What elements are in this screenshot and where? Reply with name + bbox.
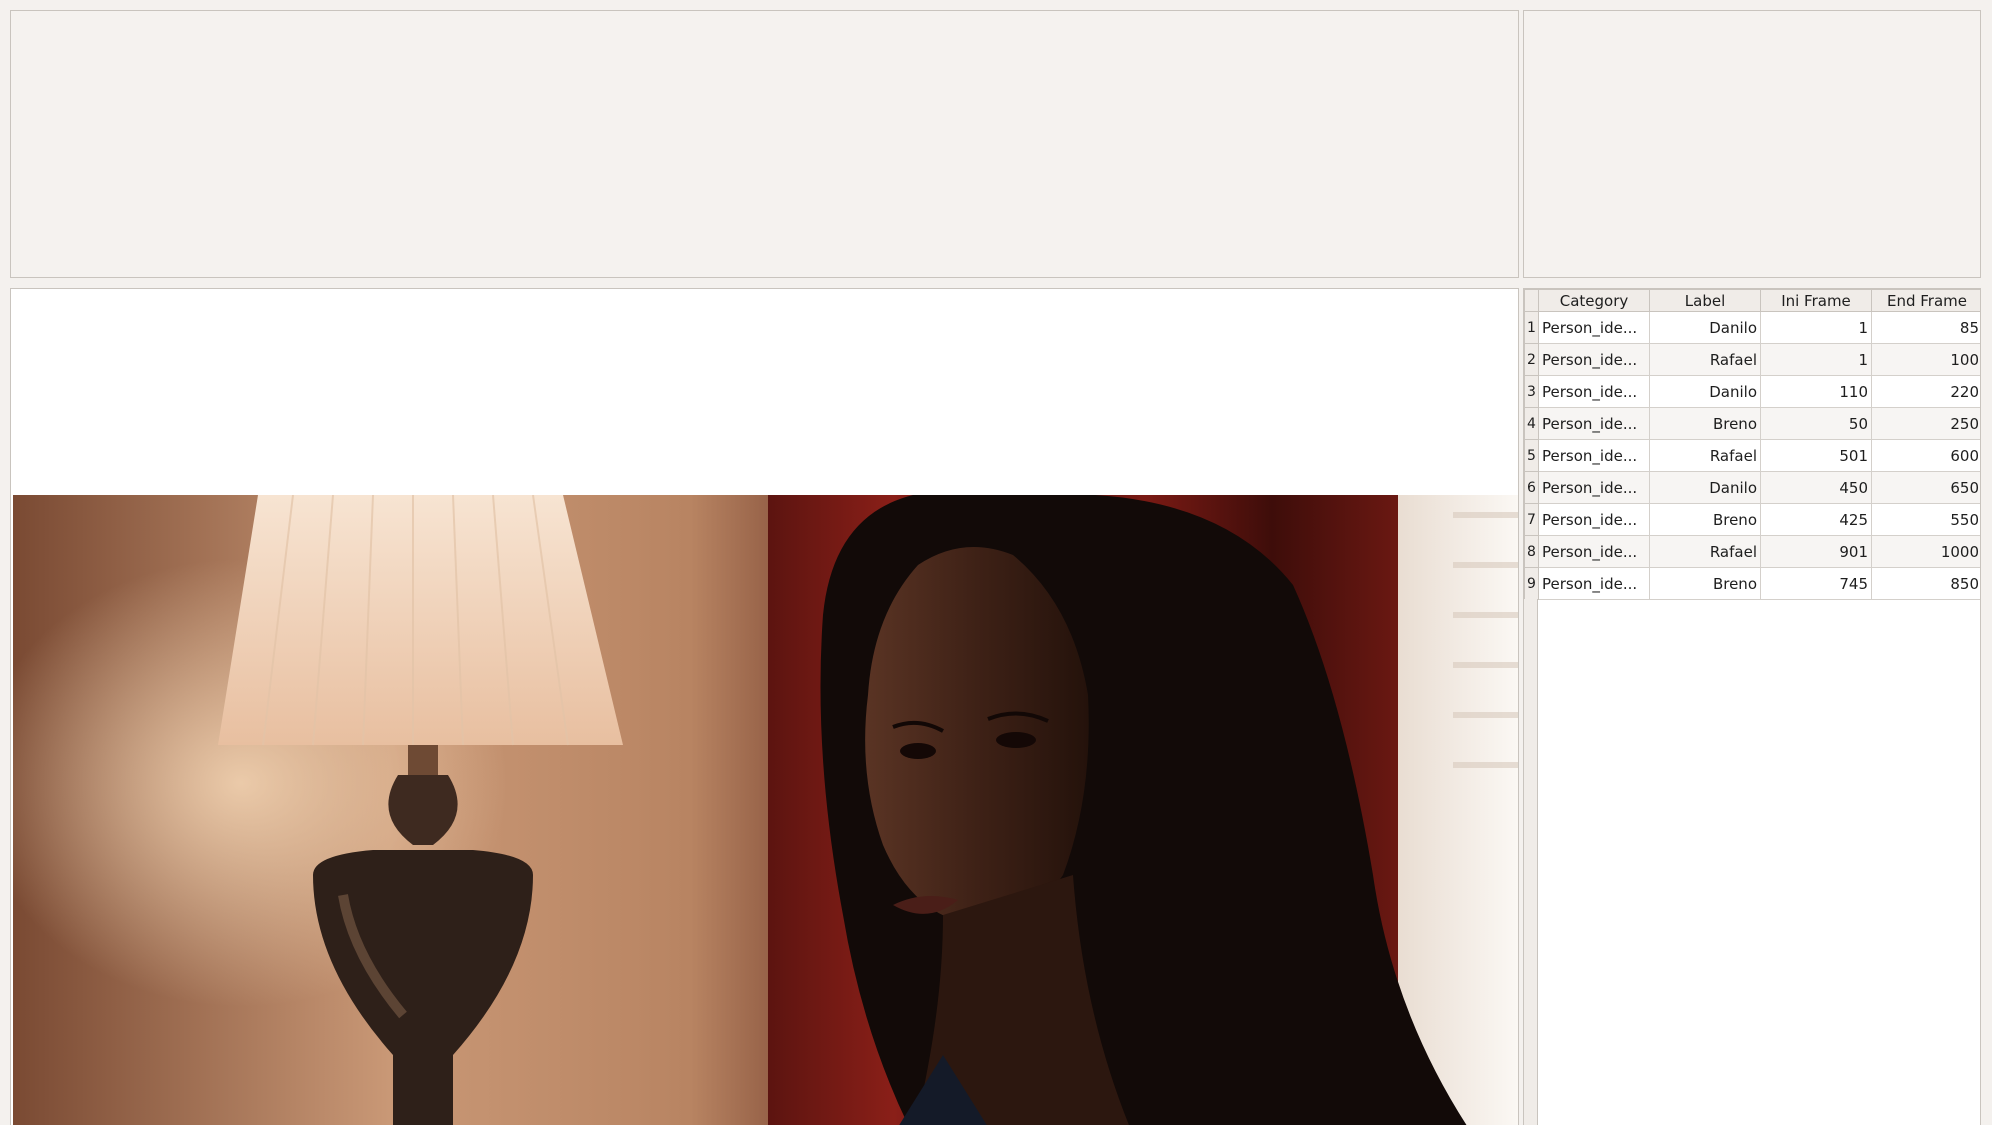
cell-ini-frame[interactable]: 110	[1760, 375, 1872, 408]
cell-ini-frame[interactable]: 1	[1760, 343, 1872, 376]
column-header-category[interactable]: Category	[1538, 289, 1650, 312]
cell-ini-frame[interactable]: 1	[1760, 311, 1872, 344]
video-viewer[interactable]	[10, 288, 1519, 1125]
cell-end-frame[interactable]: 250	[1871, 407, 1980, 440]
video-frame-image	[13, 495, 1518, 1125]
cell-ini-frame[interactable]: 425	[1760, 503, 1872, 536]
table-corner[interactable]	[1524, 289, 1539, 312]
cell-category[interactable]: Person_ide...	[1538, 439, 1650, 472]
column-header-end-frame[interactable]: End Frame	[1871, 289, 1980, 312]
cell-end-frame[interactable]: 850	[1871, 567, 1980, 600]
cell-end-frame[interactable]: 85	[1871, 311, 1980, 344]
top-left-panel	[10, 10, 1519, 278]
cell-end-frame[interactable]: 650	[1871, 471, 1980, 504]
cell-end-frame[interactable]: 100	[1871, 343, 1980, 376]
row-header[interactable]: 2	[1524, 343, 1539, 376]
cell-ini-frame[interactable]: 450	[1760, 471, 1872, 504]
cell-label[interactable]: Breno	[1649, 407, 1761, 440]
cell-label[interactable]: Rafael	[1649, 439, 1761, 472]
column-header-label[interactable]: Label	[1649, 289, 1761, 312]
table-row[interactable]: 3 Person_ide... Danilo 110 220	[1524, 375, 1980, 408]
row-header-strip	[1524, 599, 1538, 1125]
cell-label[interactable]: Breno	[1649, 567, 1761, 600]
row-header[interactable]: 4	[1524, 407, 1539, 440]
cell-label[interactable]: Danilo	[1649, 311, 1761, 344]
table-row[interactable]: 5 Person_ide... Rafael 501 600	[1524, 439, 1980, 472]
top-right-panel	[1523, 10, 1981, 278]
cell-label[interactable]: Danilo	[1649, 375, 1761, 408]
cell-ini-frame[interactable]: 901	[1760, 535, 1872, 568]
cell-category[interactable]: Person_ide...	[1538, 471, 1650, 504]
row-header[interactable]: 7	[1524, 503, 1539, 536]
cell-end-frame[interactable]: 600	[1871, 439, 1980, 472]
table-row[interactable]: 9 Person_ide... Breno 745 850	[1524, 567, 1980, 600]
table-row[interactable]: 8 Person_ide... Rafael 901 1000	[1524, 535, 1980, 568]
row-header[interactable]: 6	[1524, 471, 1539, 504]
annotation-table-panel: Category Label Ini Frame End Frame 1 Per…	[1523, 288, 1981, 1125]
table-row[interactable]: 2 Person_ide... Rafael 1 100	[1524, 343, 1980, 376]
annotation-table: Category Label Ini Frame End Frame 1 Per…	[1524, 289, 1980, 600]
cell-category[interactable]: Person_ide...	[1538, 535, 1650, 568]
cell-ini-frame[interactable]: 50	[1760, 407, 1872, 440]
row-header[interactable]: 9	[1524, 567, 1539, 600]
cell-category[interactable]: Person_ide...	[1538, 567, 1650, 600]
cell-end-frame[interactable]: 1000	[1871, 535, 1980, 568]
cell-ini-frame[interactable]: 745	[1760, 567, 1872, 600]
table-row[interactable]: 6 Person_ide... Danilo 450 650	[1524, 471, 1980, 504]
cell-category[interactable]: Person_ide...	[1538, 407, 1650, 440]
table-row[interactable]: 4 Person_ide... Breno 50 250	[1524, 407, 1980, 440]
cell-label[interactable]: Breno	[1649, 503, 1761, 536]
table-row[interactable]: 7 Person_ide... Breno 425 550	[1524, 503, 1980, 536]
cell-label[interactable]: Rafael	[1649, 535, 1761, 568]
row-header[interactable]: 1	[1524, 311, 1539, 344]
cell-label[interactable]: Danilo	[1649, 471, 1761, 504]
cell-label[interactable]: Rafael	[1649, 343, 1761, 376]
cell-ini-frame[interactable]: 501	[1760, 439, 1872, 472]
row-header[interactable]: 3	[1524, 375, 1539, 408]
cell-category[interactable]: Person_ide...	[1538, 503, 1650, 536]
row-header[interactable]: 8	[1524, 535, 1539, 568]
cell-end-frame[interactable]: 550	[1871, 503, 1980, 536]
cell-category[interactable]: Person_ide...	[1538, 343, 1650, 376]
cell-end-frame[interactable]: 220	[1871, 375, 1980, 408]
column-header-ini-frame[interactable]: Ini Frame	[1760, 289, 1872, 312]
cell-category[interactable]: Person_ide...	[1538, 311, 1650, 344]
table-row[interactable]: 1 Person_ide... Danilo 1 85	[1524, 311, 1980, 344]
table-header-row: Category Label Ini Frame End Frame	[1524, 289, 1980, 312]
cell-category[interactable]: Person_ide...	[1538, 375, 1650, 408]
row-header[interactable]: 5	[1524, 439, 1539, 472]
